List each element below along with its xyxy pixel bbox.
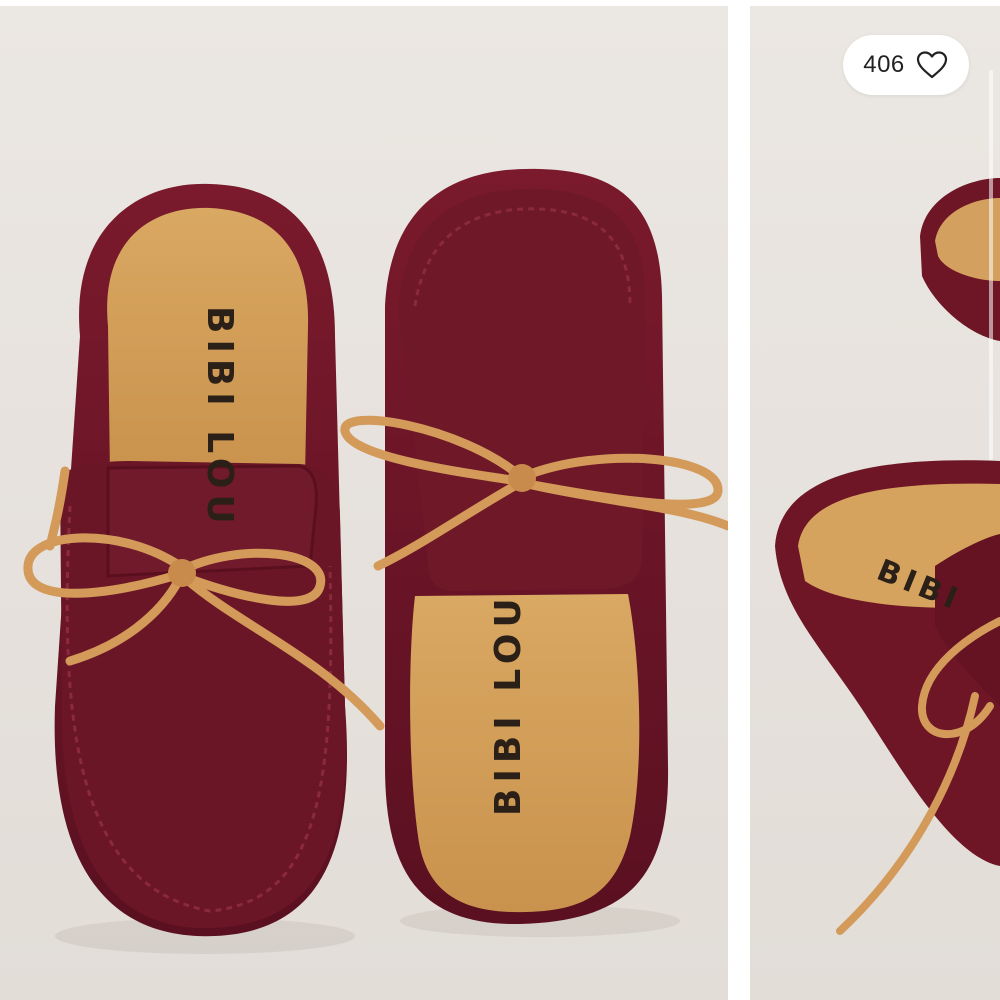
like-button[interactable]: 406 (843, 35, 969, 95)
insole-brand-right: BIBI LOU (488, 592, 529, 816)
mule-side-photo: BIBI (775, 178, 1000, 935)
mule-pair-photo: BIBI LOU BIBI LOU (23, 168, 728, 954)
like-count: 406 (863, 51, 905, 78)
scroll-indicator (989, 70, 993, 460)
heart-outline-icon (916, 51, 947, 79)
product-image-carousel[interactable]: BIBI LOU BIBI LOU BIBI 406 (0, 0, 1000, 1000)
insole-brand-left: BIBI LOU (199, 306, 240, 530)
product-image-2[interactable]: BIBI (750, 6, 1000, 1000)
product-image-1[interactable]: BIBI LOU BIBI LOU (0, 6, 728, 1000)
